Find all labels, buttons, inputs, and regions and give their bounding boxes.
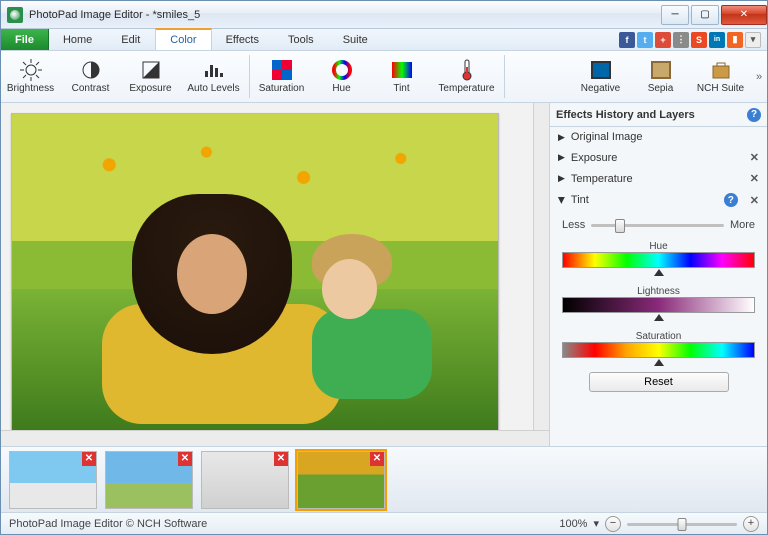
layer-original-image[interactable]: ▶ Original Image	[550, 127, 767, 147]
zoom-slider[interactable]	[627, 517, 737, 531]
contrast-button[interactable]: Contrast	[61, 51, 121, 102]
temperature-button[interactable]: Temperature	[432, 51, 502, 102]
vertical-scrollbar[interactable]	[533, 103, 549, 430]
zoom-in-button[interactable]: +	[743, 516, 759, 532]
stumble-icon[interactable]: S	[691, 32, 707, 48]
status-bar: PhotoPad Image Editor © NCH Software 100…	[1, 512, 767, 534]
layer-exposure[interactable]: ▶ Exposure ✕	[550, 147, 767, 168]
menu-effects[interactable]: Effects	[212, 29, 274, 50]
layer-temperature[interactable]: ▶ Temperature ✕	[550, 168, 767, 189]
levels-icon	[203, 59, 225, 81]
negative-button[interactable]: Negative	[571, 51, 631, 102]
more-label: More	[730, 219, 755, 231]
collapse-icon: ▶	[556, 197, 567, 204]
copyright-text: PhotoPad Image Editor © NCH Software	[9, 518, 207, 530]
remove-layer-icon[interactable]: ✕	[750, 194, 759, 207]
contrast-icon	[80, 59, 102, 81]
tint-amount-slider[interactable]	[591, 217, 724, 233]
effects-panel: Effects History and Layers ? ▶ Original …	[549, 103, 767, 446]
saturation-gradient-slider[interactable]	[562, 342, 755, 358]
panel-title: Effects History and Layers	[556, 109, 695, 121]
autolevels-button[interactable]: Auto Levels	[181, 51, 247, 102]
thumbnail-close-icon[interactable]: ✕	[274, 452, 288, 466]
linkedin-icon[interactable]: in	[709, 32, 725, 48]
menu-home[interactable]: Home	[49, 29, 107, 50]
google-plus-icon[interactable]: +	[655, 32, 671, 48]
canvas-viewport[interactable]	[1, 103, 533, 430]
horizontal-scrollbar[interactable]	[1, 430, 549, 446]
dropdown-icon[interactable]: ▾	[745, 32, 761, 48]
negative-icon	[590, 59, 612, 81]
menu-color[interactable]: Color	[155, 28, 211, 50]
hue-button[interactable]: Hue	[312, 51, 372, 102]
tint-button[interactable]: Tint	[372, 51, 432, 102]
exposure-button[interactable]: Exposure	[121, 51, 181, 102]
saturation-label: Saturation	[562, 331, 755, 342]
lightness-label: Lightness	[562, 286, 755, 297]
menu-bar: File Home Edit Color Effects Tools Suite…	[1, 29, 767, 51]
main-image[interactable]	[11, 113, 499, 430]
twitter-icon[interactable]: t	[637, 32, 653, 48]
sepia-icon	[650, 59, 672, 81]
thumbnail-4[interactable]: ✕	[297, 451, 385, 509]
thumbnail-close-icon[interactable]: ✕	[178, 452, 192, 466]
menu-suite[interactable]: Suite	[329, 29, 383, 50]
canvas-area	[1, 103, 549, 446]
checker-icon	[271, 59, 293, 81]
zoom-out-button[interactable]: −	[605, 516, 621, 532]
link-icon[interactable]: ▮	[727, 32, 743, 48]
menu-tools[interactable]: Tools	[274, 29, 329, 50]
thumbnail-close-icon[interactable]: ✕	[82, 452, 96, 466]
thumbnail-strip: ✕ ✕ ✕ ✕	[1, 446, 767, 512]
ribbon-overflow-icon[interactable]: »	[751, 51, 767, 102]
expand-icon: ▶	[558, 152, 565, 163]
remove-layer-icon[interactable]: ✕	[750, 151, 759, 164]
thumbnail-1[interactable]: ✕	[9, 451, 97, 509]
help-icon[interactable]: ?	[724, 193, 738, 207]
hue-gradient-slider[interactable]	[562, 252, 755, 268]
hue-circle-icon	[331, 59, 353, 81]
thermometer-icon	[456, 59, 478, 81]
tint-icon	[391, 59, 413, 81]
thumbnail-2[interactable]: ✕	[105, 451, 193, 509]
hue-label: Hue	[562, 241, 755, 252]
title-bar: PhotoPad Image Editor - *smiles_5 ─ ▢ ✕	[1, 1, 767, 29]
app-icon	[7, 7, 23, 23]
zoom-value: 100%	[559, 518, 587, 530]
minimize-button[interactable]: ─	[661, 5, 689, 25]
thumbnail-3[interactable]: ✕	[201, 451, 289, 509]
brightness-button[interactable]: Brightness	[1, 51, 61, 102]
sun-icon	[20, 59, 42, 81]
tint-controls: Less More Hue Lightness Saturation Reset	[550, 211, 767, 398]
exposure-icon	[140, 59, 162, 81]
menu-file[interactable]: File	[1, 29, 49, 50]
facebook-icon[interactable]: f	[619, 32, 635, 48]
menu-edit[interactable]: Edit	[107, 29, 155, 50]
zoom-dropdown-icon[interactable]: ▾	[593, 517, 599, 530]
lightness-gradient-slider[interactable]	[562, 297, 755, 313]
help-icon[interactable]: ?	[747, 108, 761, 122]
less-label: Less	[562, 219, 585, 231]
expand-icon: ▶	[558, 173, 565, 184]
reset-button[interactable]: Reset	[589, 372, 729, 392]
social-buttons: f t + ⋮ S in ▮ ▾	[619, 29, 767, 50]
maximize-button[interactable]: ▢	[691, 5, 719, 25]
remove-layer-icon[interactable]: ✕	[750, 172, 759, 185]
layer-tint[interactable]: ▶ Tint ? ✕	[550, 189, 767, 211]
suite-icon	[710, 59, 732, 81]
ribbon-toolbar: Brightness Contrast Exposure Auto Levels…	[1, 51, 767, 103]
nchsuite-button[interactable]: NCH Suite	[691, 51, 751, 102]
thumbnail-close-icon[interactable]: ✕	[370, 452, 384, 466]
saturation-button[interactable]: Saturation	[252, 51, 312, 102]
window-title: PhotoPad Image Editor - *smiles_5	[29, 9, 659, 21]
expand-icon: ▶	[558, 132, 565, 143]
sepia-button[interactable]: Sepia	[631, 51, 691, 102]
close-button[interactable]: ✕	[721, 5, 767, 25]
share-icon[interactable]: ⋮	[673, 32, 689, 48]
